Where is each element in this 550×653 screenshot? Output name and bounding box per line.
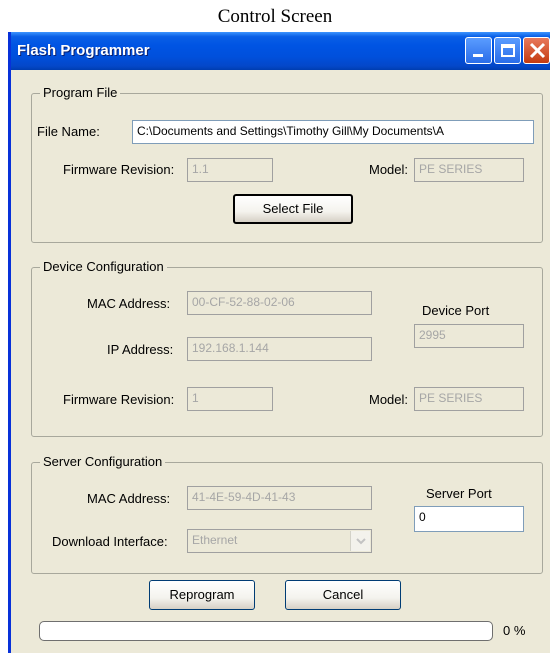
close-icon: [529, 42, 546, 59]
maximize-icon: [501, 44, 515, 57]
device-firmware-field: 1: [187, 387, 273, 411]
device-config-legend: Device Configuration: [40, 259, 167, 274]
screen-caption: Control Screen: [217, 6, 333, 27]
firmware-revision-label: Firmware Revision:: [63, 162, 175, 177]
file-name-field[interactable]: C:\Documents and Settings\Timothy Gill\M…: [132, 120, 534, 144]
model-field: PE SERIES: [414, 158, 524, 182]
flash-programmer-window: Flash Programmer Program File File Name:…: [8, 32, 550, 653]
title-bar[interactable]: Flash Programmer: [11, 32, 550, 70]
progress-percent: 0 %: [503, 623, 526, 638]
ip-address-field: 192.168.1.144: [187, 337, 372, 361]
device-mac-field: 00-CF-52-88-02-06: [187, 291, 372, 315]
minimize-button[interactable]: [465, 37, 492, 64]
device-port-field: 2995: [414, 324, 524, 348]
server-port-input[interactable]: 0: [414, 506, 524, 532]
server-mac-field: 41-4E-59-4D-41-43: [187, 486, 372, 510]
chevron-down-icon[interactable]: [350, 531, 370, 551]
device-port-label: Device Port: [422, 303, 490, 318]
window-title: Flash Programmer: [17, 42, 150, 59]
progress-bar: [39, 621, 493, 641]
server-config-legend: Server Configuration: [40, 454, 166, 469]
download-interface-select[interactable]: Ethernet: [187, 529, 372, 553]
firmware-revision-field: 1.1: [187, 158, 273, 182]
download-interface-value: Ethernet: [192, 533, 238, 547]
program-file-legend: Program File: [40, 85, 121, 100]
download-interface-label: Download Interface:: [52, 534, 168, 549]
server-port-label: Server Port: [426, 486, 492, 501]
maximize-button[interactable]: [494, 37, 521, 64]
device-model-label: Model:: [369, 392, 409, 407]
minimize-icon: [473, 54, 483, 57]
server-mac-label: MAC Address:: [87, 491, 171, 506]
device-mac-label: MAC Address:: [87, 296, 171, 311]
close-button[interactable]: [523, 37, 550, 64]
select-file-button[interactable]: Select File: [233, 194, 353, 224]
cancel-button[interactable]: Cancel: [285, 580, 401, 610]
device-model-field: PE SERIES: [414, 387, 524, 411]
ip-address-label: IP Address:: [107, 342, 174, 357]
reprogram-button[interactable]: Reprogram: [149, 580, 255, 610]
file-name-label: File Name:: [37, 124, 100, 139]
model-label: Model:: [369, 162, 409, 177]
device-firmware-label: Firmware Revision:: [63, 392, 175, 407]
